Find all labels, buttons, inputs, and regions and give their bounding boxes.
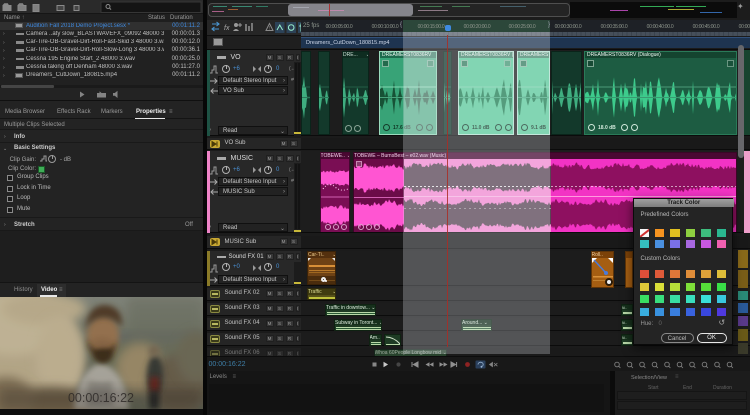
svg-text:fx: fx <box>224 25 230 32</box>
svg-text:00:00:16:22: 00:00:16:22 <box>68 391 134 405</box>
svg-text:!: ! <box>268 26 269 32</box>
